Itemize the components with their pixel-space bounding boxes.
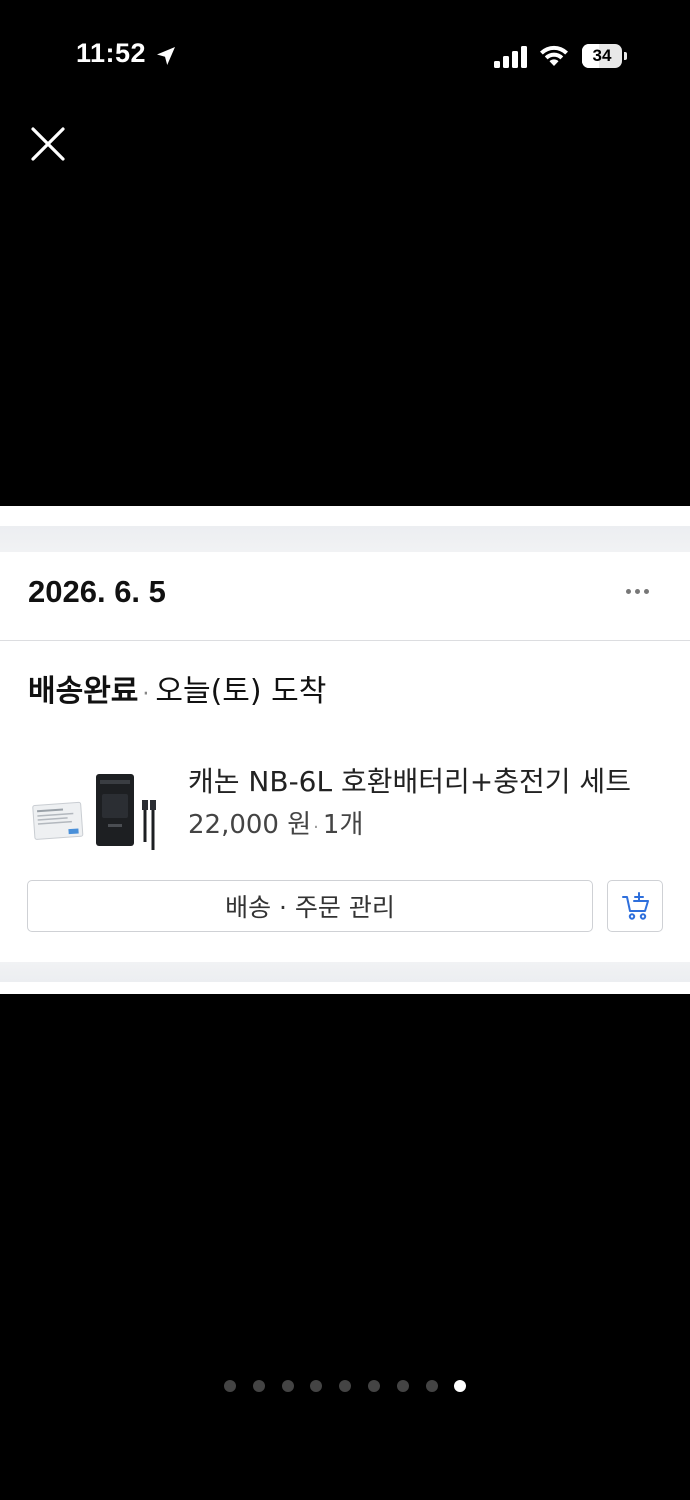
arrival-text: 오늘(토) 도착 (155, 674, 327, 709)
status-bar: 11:52 34 (0, 0, 690, 110)
battery-level: 34 (592, 46, 612, 65)
page-dot[interactable] (368, 1380, 380, 1392)
page-dot[interactable] (281, 1380, 294, 1392)
location-arrow-icon (157, 47, 175, 65)
wifi-icon (540, 45, 568, 66)
manage-order-label: 배송 · 주문 관리 (225, 893, 395, 922)
product-price: 22,000 원 (188, 810, 312, 840)
product-thumbnail[interactable] (28, 764, 168, 856)
page-dot[interactable] (454, 1380, 467, 1392)
order-card: 2026. 6. 5 배송완료 · 오늘(토) 도착 캐논 NB-6L 호환배터… (0, 552, 690, 962)
page-indicator (0, 1380, 690, 1394)
page-dot[interactable] (224, 1380, 236, 1392)
delivery-status-label: 배송완료 (28, 674, 139, 709)
page-dot[interactable] (252, 1380, 265, 1392)
page-dot[interactable] (310, 1380, 323, 1392)
add-to-cart-icon (622, 892, 649, 920)
close-icon[interactable] (28, 124, 68, 164)
cellular-signal-icon (494, 46, 527, 68)
add-to-cart-button[interactable] (607, 880, 663, 932)
page-dot[interactable] (396, 1380, 409, 1392)
order-card-screenshot: 2026. 6. 5 배송완료 · 오늘(토) 도착 캐논 NB-6L 호환배터… (0, 506, 690, 994)
more-options-icon[interactable] (620, 586, 654, 598)
page-dot[interactable] (339, 1380, 352, 1392)
order-date: 2026. 6. 5 (28, 574, 166, 609)
status-time: 11:52 (76, 38, 147, 68)
product-quantity: 1개 (322, 810, 364, 840)
delivery-status: 배송완료 · 오늘(토) 도착 (28, 674, 327, 709)
product-meta: 22,000 원 · 1개 (188, 810, 364, 840)
page-dot[interactable] (425, 1380, 438, 1392)
manage-order-button[interactable]: 배송 · 주문 관리 (27, 880, 593, 932)
battery-indicator: 34 (582, 44, 627, 68)
photo-viewer-screen: 11:52 34 2026. 6. 5 배송완료 · 오늘(토) 도착 캐논 N… (0, 0, 690, 1500)
product-name[interactable]: 캐논 NB-6L 호환배터리+충전기 세트 (188, 760, 658, 800)
divider (0, 640, 690, 641)
